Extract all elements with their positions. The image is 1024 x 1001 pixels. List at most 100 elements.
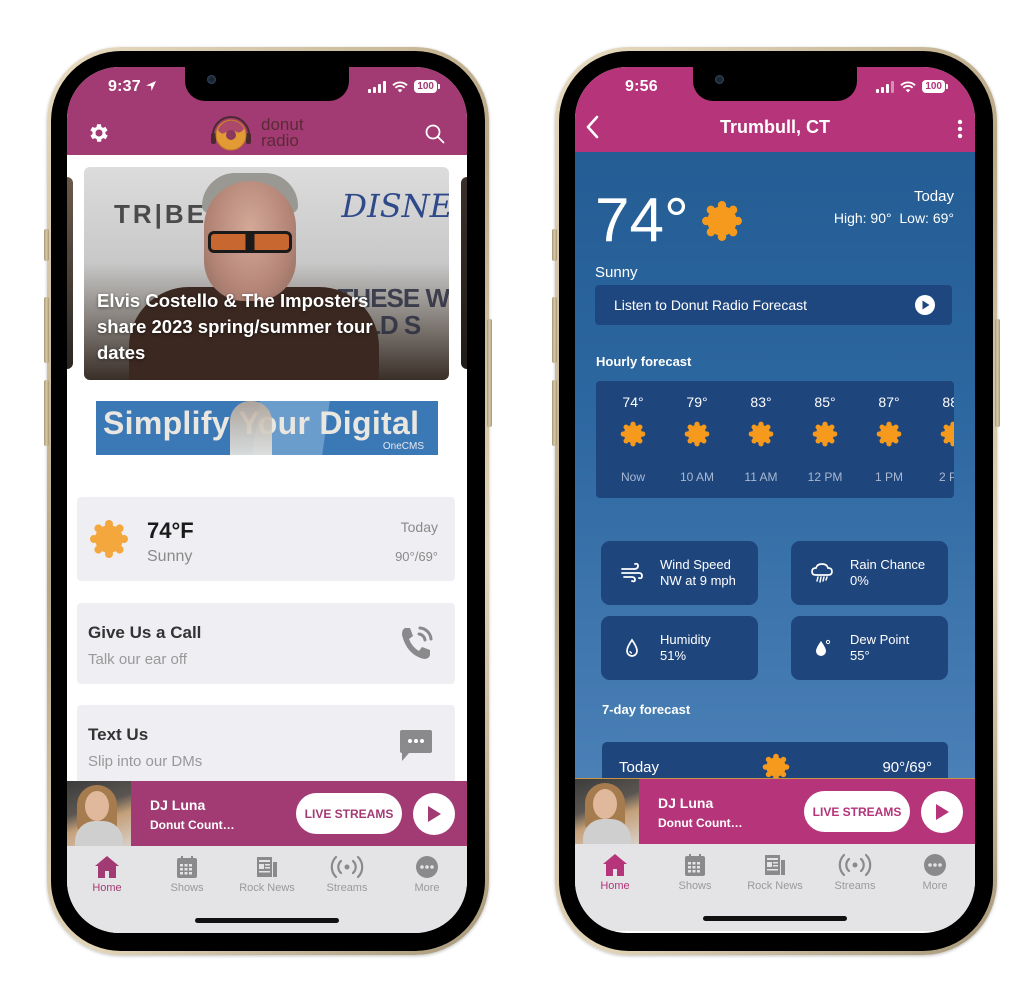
calendar-icon xyxy=(177,856,197,878)
sun-icon xyxy=(620,421,646,447)
weather-detail[interactable]: 74° Today High: 90° Low: 69° Sunny Liste… xyxy=(575,152,975,779)
tab-shows[interactable]: Shows xyxy=(655,853,735,892)
forecast-high-low: 90°/69° xyxy=(882,759,932,776)
text-us-card[interactable]: Text Us Slip into our DMs xyxy=(77,705,455,781)
hourly-weather-icon xyxy=(684,421,710,452)
tab-label: Streams xyxy=(834,880,876,892)
status-time: 9:56 xyxy=(625,78,658,95)
volume-up-button xyxy=(44,297,49,363)
listen-forecast-label: Listen to Donut Radio Forecast xyxy=(614,297,807,313)
hourly-temperature: 87° xyxy=(878,394,900,410)
left-phone-frame: 9:37 100 donut radio TR|BE DISNE THESE W… xyxy=(44,47,492,955)
humidity-card: Humidity 51% xyxy=(601,616,758,680)
sun-icon xyxy=(702,201,742,241)
hourly-temperature: 74° xyxy=(622,394,644,410)
text-card-subtitle: Slip into our DMs xyxy=(88,753,203,770)
forecast-day: Today xyxy=(913,188,954,205)
hourly-time: 12 PM xyxy=(807,470,843,484)
sun-icon xyxy=(90,520,128,558)
play-button[interactable] xyxy=(921,791,963,833)
show-name: Donut Count… xyxy=(658,816,743,830)
now-playing-bar[interactable]: DJ Luna Donut Count… LIVE STREAMS xyxy=(575,779,975,844)
story-headline[interactable]: Elvis Costello & The Imposters share 202… xyxy=(97,288,417,366)
stat-value: NW at 9 mph xyxy=(660,573,736,588)
sun-icon xyxy=(812,421,838,447)
forecast-day: Today xyxy=(400,519,438,535)
forecast-day-label: Today xyxy=(619,759,660,776)
daily-forecast-row[interactable]: Today 90°/69° xyxy=(602,742,948,779)
dew-drop-icon xyxy=(816,639,831,656)
notch xyxy=(693,67,857,101)
rain-cloud-icon xyxy=(811,563,833,583)
location-title: Trumbull, CT xyxy=(720,117,830,137)
tab-more[interactable]: More xyxy=(387,855,467,894)
volume-down-button xyxy=(552,380,557,446)
donut-radio-logo: donut radio xyxy=(209,111,304,155)
logo-wordmark: donut radio xyxy=(261,115,304,150)
featured-story-card[interactable]: TR|BE DISNE IF THESE W COULD S Elvis Cos… xyxy=(84,167,449,380)
tab-label: Rock News xyxy=(239,882,295,894)
tab-streams[interactable]: Streams xyxy=(815,853,895,892)
high-low-temperature: 90°/69° xyxy=(395,549,438,564)
water-drop-outline-icon xyxy=(626,638,638,657)
give-us-a-call-card[interactable]: Give Us a Call Talk our ear off xyxy=(77,603,455,684)
power-button xyxy=(487,319,492,427)
ad-banner[interactable]: Simplify Your Digital OneCMS xyxy=(96,401,438,455)
sun-icon xyxy=(762,753,790,779)
play-icon xyxy=(936,804,949,820)
calendar-icon xyxy=(685,854,705,876)
left-screen: 9:37 100 donut radio TR|BE DISNE THESE W… xyxy=(67,67,467,933)
hourly-temperature: 79° xyxy=(686,394,708,410)
tab-home[interactable]: Home xyxy=(575,853,655,892)
broadcast-icon xyxy=(330,855,364,879)
tab-home[interactable]: Home xyxy=(67,855,147,894)
tab-label: Shows xyxy=(678,880,712,892)
mute-switch xyxy=(552,229,557,261)
current-temperature: 74°F xyxy=(147,518,194,543)
cellular-signal-icon xyxy=(876,80,895,93)
right-phone-frame: 9:56 100 Trumbull, CT 74° Today High: 90… xyxy=(552,47,1000,955)
live-streams-button[interactable]: LIVE STREAMS xyxy=(804,791,910,832)
previous-story-peek[interactable] xyxy=(67,177,73,369)
hourly-forecast-item: 74° Now xyxy=(601,381,665,498)
tab-shows[interactable]: Shows xyxy=(147,855,227,894)
front-camera xyxy=(207,75,216,84)
weather-card[interactable]: 74°F Sunny Today 90°/69° xyxy=(77,497,455,581)
dj-avatar xyxy=(67,781,131,846)
hourly-forecast-item: 83° 11 AM xyxy=(729,381,793,498)
status-time: 9:37 xyxy=(108,78,157,96)
hourly-weather-icon xyxy=(748,421,774,452)
tab-streams[interactable]: Streams xyxy=(307,855,387,894)
seven-day-forecast-title: 7-day forecast xyxy=(602,702,691,717)
gear-icon[interactable] xyxy=(87,121,111,145)
play-button[interactable] xyxy=(413,793,455,835)
listen-forecast-button[interactable]: Listen to Donut Radio Forecast xyxy=(595,285,952,325)
backdrop-logo-tribeca: TR|BE xyxy=(114,199,208,229)
tab-more[interactable]: More xyxy=(895,853,975,892)
text-card-title: Text Us xyxy=(88,725,149,744)
newspaper-icon xyxy=(257,857,277,877)
more-dots-icon xyxy=(416,856,438,878)
power-button xyxy=(995,319,1000,427)
home-feed[interactable]: TR|BE DISNE IF THESE W COULD S Elvis Cos… xyxy=(67,155,467,781)
home-indicator[interactable] xyxy=(195,918,339,923)
show-name: Donut Count… xyxy=(150,818,235,832)
weather-condition: Sunny xyxy=(595,264,638,281)
now-playing-bar[interactable]: DJ Luna Donut Count… LIVE STREAMS xyxy=(67,781,467,846)
tab-rock-news[interactable]: Rock News xyxy=(735,853,815,892)
hourly-forecast-strip[interactable]: 74° Now 79° 10 AM 83° 11 AM 85° 12 PM 87° 1 PM 88°… xyxy=(596,381,954,498)
backdrop-logo-disney: DISNE xyxy=(341,187,449,225)
hourly-time: 10 AM xyxy=(679,470,715,484)
live-streams-button[interactable]: LIVE STREAMS xyxy=(296,793,402,834)
tab-label: Home xyxy=(92,882,122,894)
ad-model-photo xyxy=(230,401,272,455)
sun-icon xyxy=(876,421,902,447)
search-icon[interactable] xyxy=(425,124,445,144)
more-vertical-icon[interactable] xyxy=(957,119,963,139)
hourly-temperature: 88° xyxy=(942,394,954,410)
tab-rock-news[interactable]: Rock News xyxy=(227,855,307,894)
home-indicator[interactable] xyxy=(703,916,847,921)
next-story-peek[interactable] xyxy=(461,177,467,369)
call-card-subtitle: Talk our ear off xyxy=(88,651,187,668)
hourly-time: 11 AM xyxy=(744,470,778,484)
